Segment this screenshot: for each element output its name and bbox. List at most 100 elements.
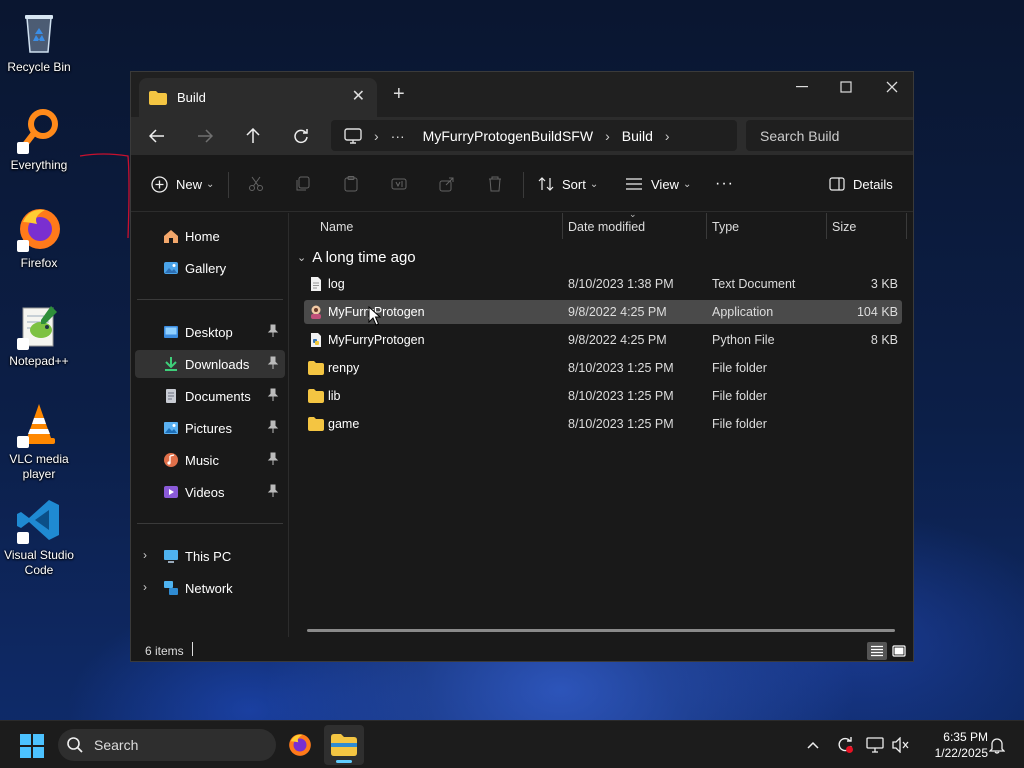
share-button[interactable] [439,156,455,212]
file-row[interactable]: MyFurryProtogen 9/8/2022 4:25 PM Applica… [304,300,902,324]
nav-item-documents[interactable]: Documents [135,382,285,410]
file-explorer-icon [331,734,357,756]
sort-button[interactable]: Sort ⌄ [538,156,598,212]
file-row[interactable]: game 8/10/2023 1:25 PM File folder [304,412,902,436]
recycle-bin-icon [15,8,63,56]
search-input[interactable]: Search Build [746,120,913,151]
more-options-button[interactable]: ··· [715,156,734,212]
nav-item-label: Desktop [185,325,233,340]
column-divider[interactable] [706,213,707,239]
title-bar: Build ✕ + [131,72,913,117]
copy-button[interactable] [295,156,311,212]
file-name: lib [328,389,341,403]
forward-button[interactable] [193,125,217,147]
delete-button[interactable] [487,156,503,212]
desktop-icon-vlc[interactable]: VLC media player [0,400,78,482]
nav-item-label: Gallery [185,261,227,276]
volume-tray[interactable] [892,736,910,754]
scissors-icon [249,176,263,191]
cut-button[interactable] [248,156,264,212]
file-row[interactable]: renpy 8/10/2023 1:25 PM File folder [304,356,902,380]
pin-icon[interactable] [267,452,279,466]
taskbar-file-explorer[interactable] [324,725,364,765]
chevron-right-icon[interactable]: › [143,580,147,594]
shortcut-arrow-icon [17,142,29,154]
paste-button[interactable] [343,156,359,212]
tab-title: Build [177,90,206,105]
desktop-icon-everything[interactable]: Everything [0,106,78,173]
active-indicator [336,760,352,763]
minimize-button[interactable] [779,72,825,102]
close-window-button[interactable] [869,72,913,102]
nav-item-network[interactable]: › Network [135,574,285,602]
file-row[interactable]: MyFurryProtogen 9/8/2022 4:25 PM Python … [304,328,902,352]
new-tab-button[interactable]: + [393,84,405,104]
column-header-date[interactable]: Date modified [568,213,708,241]
desktop-icon-recycle-bin[interactable]: Recycle Bin [0,8,78,75]
desktop-icon-notepad-plus-plus[interactable]: Notepad++ [0,302,78,369]
file-row[interactable]: lib 8/10/2023 1:25 PM File folder [304,384,902,408]
column-header-type[interactable]: Type [712,213,822,241]
refresh-button[interactable] [289,125,313,147]
pin-icon[interactable] [267,324,279,338]
column-divider[interactable] [906,213,907,239]
chevron-down-icon: ⌄ [206,178,215,190]
back-button[interactable] [145,125,169,147]
breadcrumb[interactable]: › ··· MyFurryProtogenBuildSFW › Build › [331,120,737,151]
tiles-view-button[interactable] [889,642,909,660]
breadcrumb-overflow[interactable]: ··· [391,128,405,144]
nav-item-downloads[interactable]: Downloads [135,350,285,378]
view-button[interactable]: View ⌄ [625,156,691,212]
shortcut-arrow-icon [17,436,29,448]
group-header[interactable]: ⌄ A long time ago [297,249,416,266]
column-header-size[interactable]: Size [832,213,902,241]
details-pane-button[interactable]: Details [829,156,893,212]
file-type: File folder [712,361,767,375]
pin-icon[interactable] [267,484,279,498]
file-date: 9/8/2022 4:25 PM [568,333,667,347]
pin-icon[interactable] [267,388,279,402]
desktop-icon-firefox[interactable]: Firefox [0,204,78,271]
chevron-right-icon: › [374,127,379,144]
rename-button[interactable] [391,156,407,212]
notifications-button[interactable] [988,736,1006,754]
column-divider[interactable] [562,213,563,239]
close-tab-icon[interactable]: ✕ [352,86,365,106]
file-list: ⌄ Name Date modified Type Size ⌄ A long … [289,209,913,637]
tab-build[interactable]: Build ✕ [139,78,377,117]
update-restart-tray[interactable] [836,736,854,754]
breadcrumb-segment[interactable]: MyFurryProtogenBuildSFW [423,128,593,144]
start-button[interactable] [20,734,44,758]
up-button[interactable] [241,125,265,147]
taskbar-search[interactable]: Search [58,729,276,761]
nav-item-home[interactable]: Home [135,222,285,250]
horizontal-scrollbar[interactable] [307,629,895,632]
divider [228,172,229,198]
column-divider[interactable] [826,213,827,239]
file-row[interactable]: log 8/10/2023 1:38 PM Text Document 3 KB [304,272,902,296]
network-tray[interactable] [866,736,884,754]
system-clock[interactable]: 6:35 PM 1/22/2025 [918,729,988,761]
pin-icon[interactable] [267,420,279,434]
breadcrumb-segment[interactable]: Build [622,128,653,144]
notepad-plus-plus-icon [15,302,63,350]
taskbar-firefox[interactable] [280,725,320,765]
pin-icon[interactable] [267,356,279,370]
nav-item-desktop[interactable]: Desktop [135,318,285,346]
maximize-button[interactable] [823,72,869,102]
chevron-right-icon[interactable]: › [143,548,147,562]
nav-item-this-pc[interactable]: › This PC [135,542,285,570]
downloads-folder-icon [165,357,177,371]
desktop-icon-vscode[interactable]: Visual Studio Code [0,496,78,578]
details-view-icon [871,645,883,657]
nav-item-gallery[interactable]: Gallery [135,254,285,282]
refresh-icon [294,129,308,144]
nav-item-videos[interactable]: Videos [135,478,285,506]
nav-item-pictures[interactable]: Pictures [135,414,285,442]
new-button[interactable]: New ⌄ [151,156,214,212]
details-view-button[interactable] [867,642,887,660]
show-hidden-icons-button[interactable] [804,736,822,754]
nav-item-music[interactable]: Music [135,446,285,474]
column-header-name[interactable]: Name [320,213,560,241]
status-divider [192,642,193,656]
